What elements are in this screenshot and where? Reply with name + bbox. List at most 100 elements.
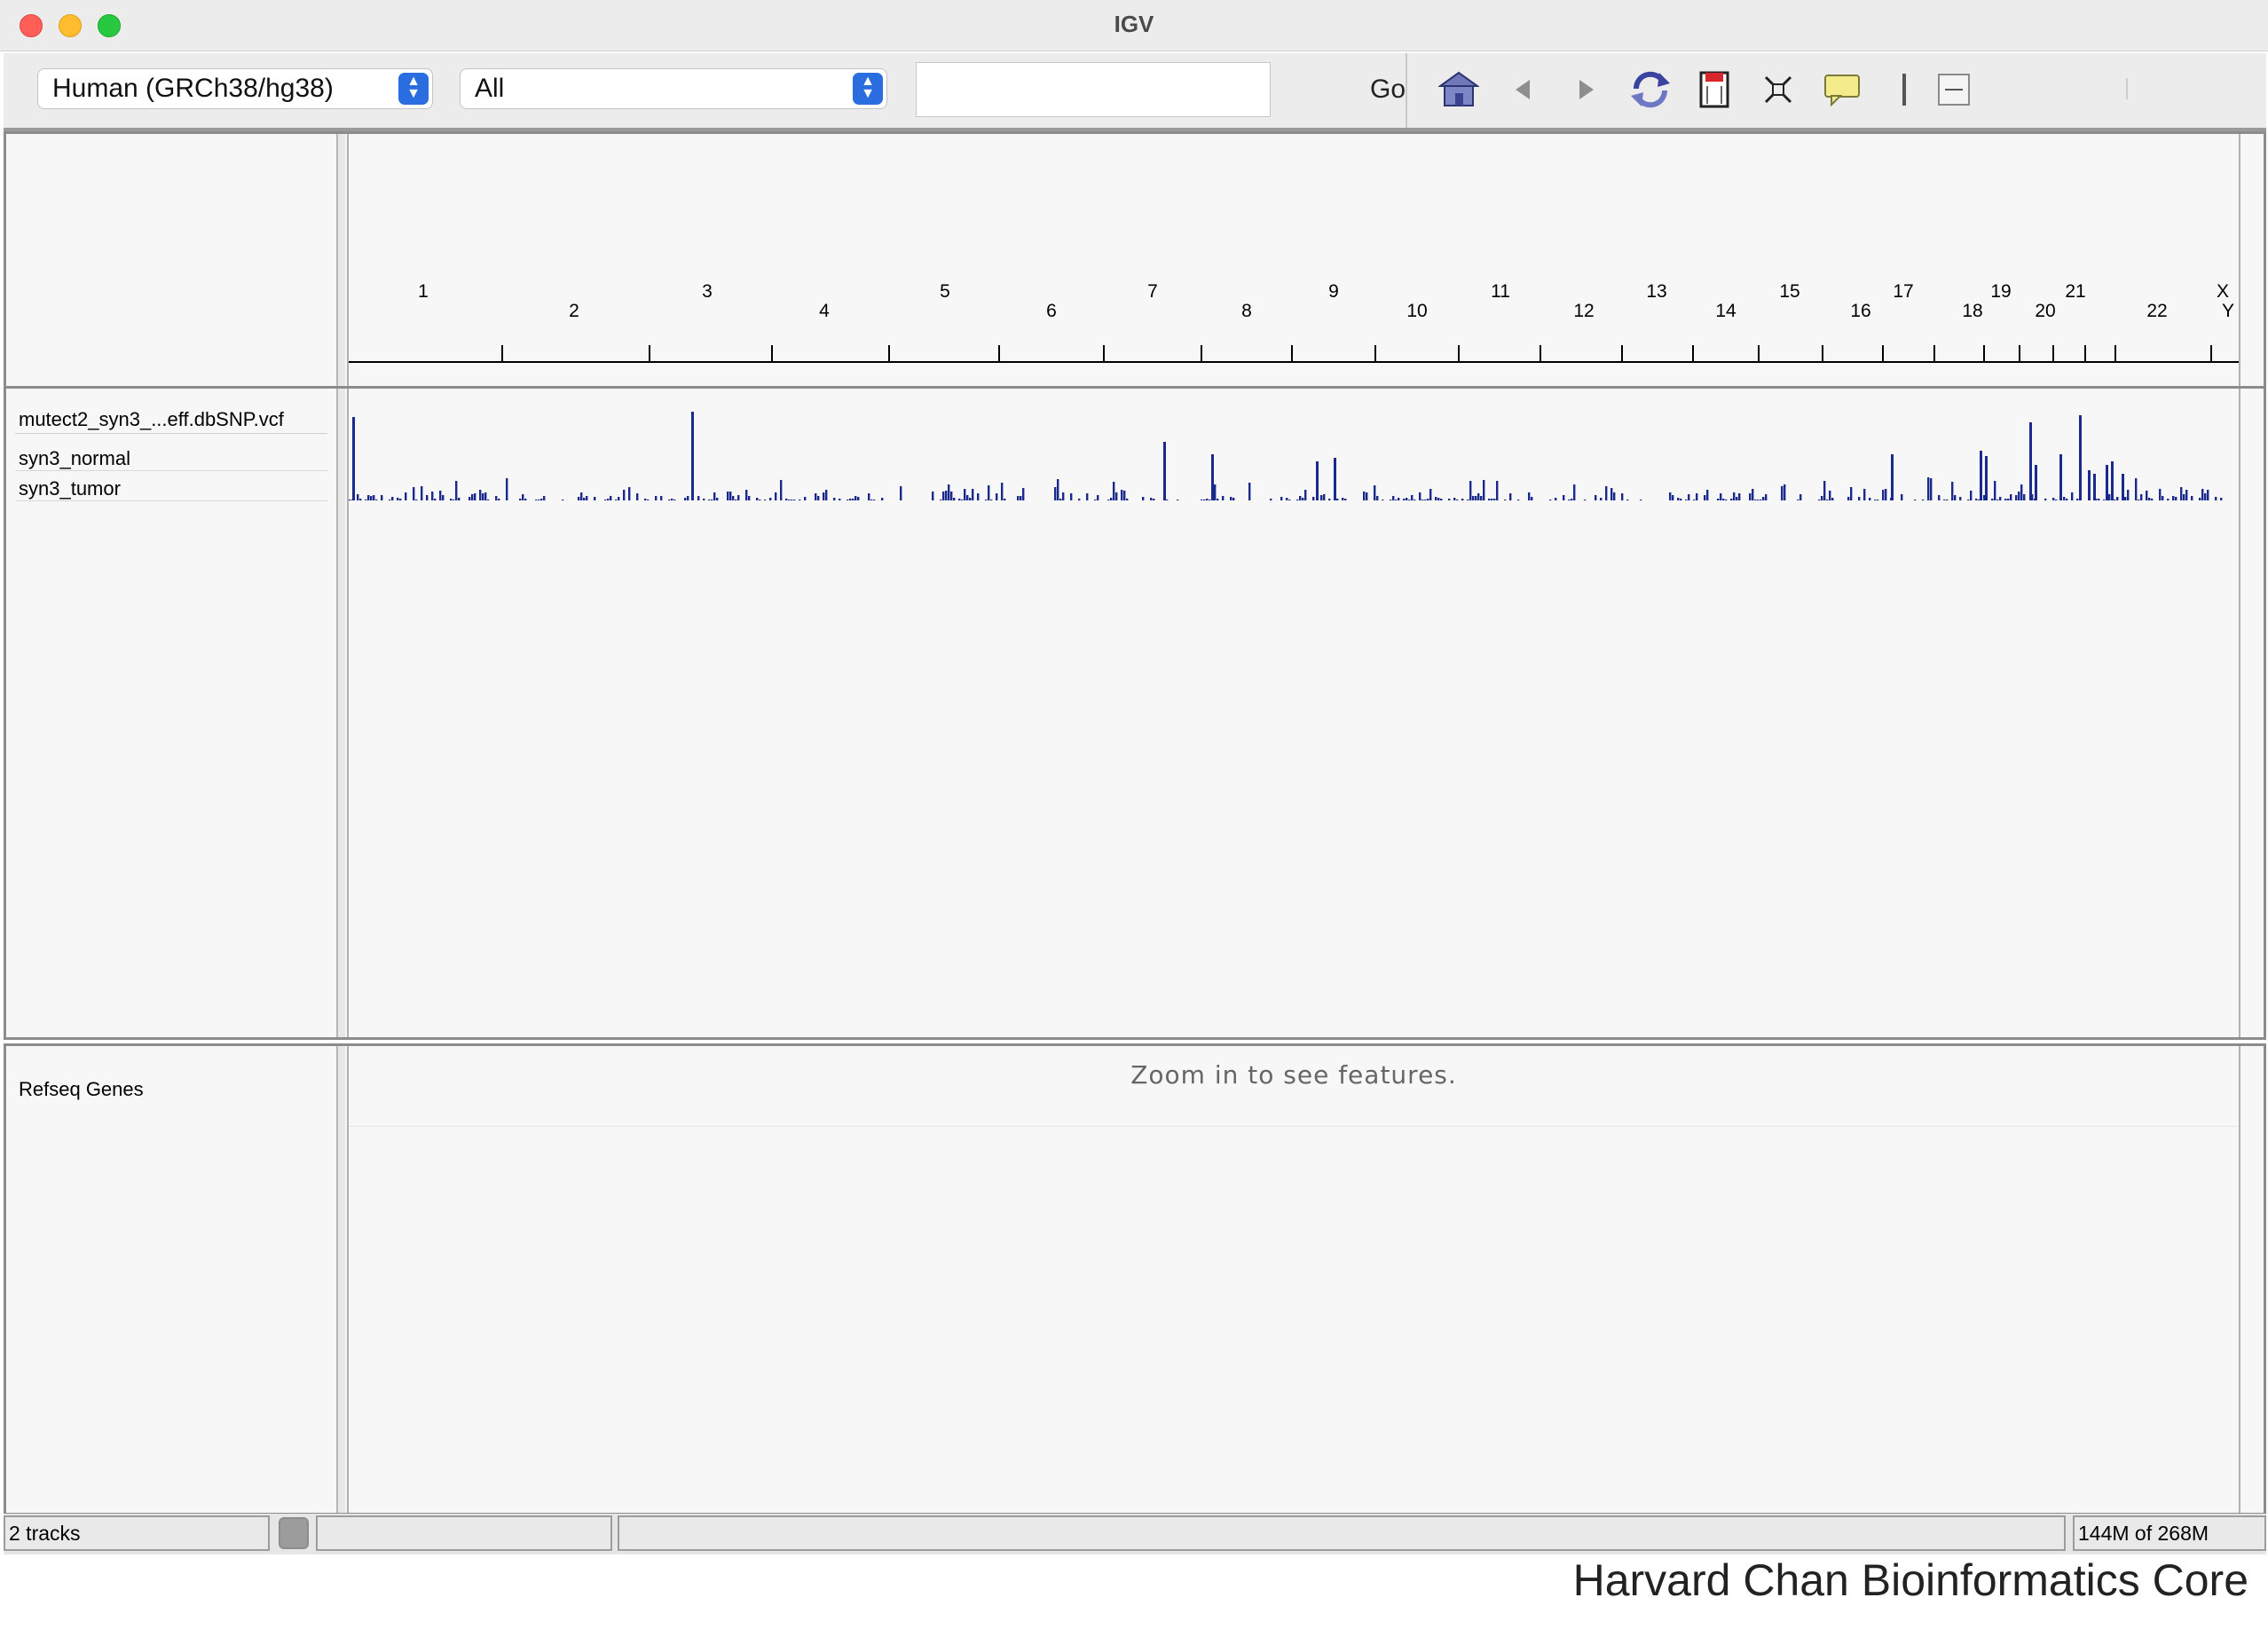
ruler-tick	[2210, 345, 2212, 361]
variant-track-area[interactable]	[347, 389, 2240, 1037]
chromosome-label-2[interactable]: 2	[569, 301, 579, 322]
refseq-track-name[interactable]: Refseq Genes	[19, 1078, 144, 1101]
chromosome-label-11[interactable]: 11	[1491, 281, 1510, 303]
resize-handle-icon[interactable]	[1883, 67, 1925, 112]
variant-density-bar	[1680, 499, 1682, 500]
chromosome-label-12[interactable]: 12	[1573, 301, 1594, 322]
variant-density-bar	[450, 499, 453, 500]
sample-label-tumor[interactable]: syn3_tumor	[19, 477, 121, 500]
chromosome-label-6[interactable]: 6	[1046, 301, 1057, 322]
variant-density-bar	[2106, 465, 2108, 500]
chromosome-label-5[interactable]: 5	[940, 281, 950, 303]
variant-density-bar	[2172, 496, 2175, 500]
collapse-icon[interactable]	[1933, 67, 1975, 112]
variant-density-bar	[849, 499, 852, 500]
variant-density-bar	[815, 493, 817, 500]
variant-density-bar	[1605, 486, 1608, 500]
variant-density-bar	[1374, 485, 1376, 500]
variant-density-bar	[2146, 491, 2148, 500]
variant-density-bar	[1717, 499, 1720, 500]
panel-divider[interactable]	[338, 134, 345, 386]
variant-density-bar	[1847, 497, 1850, 500]
ruler-tick	[2052, 345, 2054, 361]
variant-density-bar	[1488, 499, 1491, 500]
variant-density-bar	[932, 492, 934, 500]
variant-density-bar	[1985, 456, 1988, 500]
chromosome-label-16[interactable]: 16	[1850, 301, 1870, 322]
variant-density-bar	[780, 480, 783, 500]
chromosome-label-8[interactable]: 8	[1241, 301, 1252, 322]
chromosome-label-9[interactable]: 9	[1328, 281, 1339, 303]
chromosome-label-3[interactable]: 3	[702, 281, 713, 303]
variant-density-bar	[1571, 499, 1573, 500]
chromosome-label-1[interactable]: 1	[418, 281, 429, 303]
toolbar-divider	[2126, 78, 2128, 99]
chromosome-label-17[interactable]: 17	[1893, 281, 1913, 303]
chromosome-label-X[interactable]: X	[2217, 281, 2229, 303]
stop-icon[interactable]	[279, 1517, 309, 1549]
variant-density-bar	[1472, 496, 1475, 500]
variant-density-bar	[1001, 483, 1004, 500]
variant-density-bar	[1302, 498, 1304, 500]
feature-name-panel: Refseq Genes	[6, 1046, 338, 1513]
popup-info-icon[interactable]	[1821, 67, 1863, 112]
chromosome-label-19[interactable]: 19	[1990, 281, 2011, 303]
ruler-tick	[1103, 345, 1105, 361]
variant-density-bar	[2201, 489, 2204, 500]
variant-density-bar	[2108, 494, 2111, 500]
variant-density-bar	[1115, 492, 1118, 500]
variant-density-bar	[1863, 489, 1866, 500]
variant-density-bar	[948, 484, 950, 500]
chromosome-label-18[interactable]: 18	[1962, 301, 1982, 322]
variant-density-bar	[623, 490, 626, 500]
home-icon[interactable]	[1437, 67, 1480, 112]
separator	[15, 433, 327, 434]
back-icon[interactable]	[1501, 67, 1544, 112]
chromosome-label-13[interactable]: 13	[1646, 281, 1666, 303]
locus-search-input[interactable]	[916, 62, 1271, 117]
chromosome-label-21[interactable]: 21	[2065, 281, 2085, 303]
roi-icon[interactable]	[1693, 67, 1736, 112]
fit-to-window-icon[interactable]	[1757, 67, 1799, 112]
sample-label-normal[interactable]: syn3_normal	[19, 447, 130, 470]
ruler-axis-line	[349, 361, 2239, 363]
variant-density-bar	[1280, 497, 1283, 500]
chromosome-label-4[interactable]: 4	[819, 301, 830, 322]
ruler-tick	[2019, 345, 2020, 361]
ruler-tick	[998, 345, 1000, 361]
panel-divider[interactable]	[338, 389, 345, 1037]
chromosome-select[interactable]: All ▲ ▼	[460, 68, 887, 109]
variant-density-bar	[727, 492, 729, 500]
chromosome-label-14[interactable]: 14	[1715, 301, 1736, 322]
chromosome-label-10[interactable]: 10	[1406, 301, 1427, 322]
variant-density-bar	[2035, 465, 2037, 500]
go-button[interactable]: Go	[1370, 75, 1406, 105]
variant-density-bar	[852, 499, 854, 500]
feature-track-area[interactable]: Zoom in to see features.	[347, 1046, 2240, 1513]
variant-density-bar	[660, 496, 663, 500]
panel-divider[interactable]	[338, 1046, 345, 1513]
ruler-tick	[2084, 345, 2086, 361]
variant-density-bar	[540, 499, 543, 500]
variant-density-bar	[455, 481, 458, 500]
chromosome-label-Y[interactable]: Y	[2222, 301, 2234, 322]
variant-density-bar	[2015, 495, 2018, 500]
variant-density-bar	[942, 492, 945, 500]
chromosome-label-22[interactable]: 22	[2146, 301, 2167, 322]
genome-select[interactable]: Human (GRCh38/hg38) ▲ ▼	[37, 68, 433, 109]
variant-density-bar	[966, 495, 969, 500]
chromosome-label-15[interactable]: 15	[1779, 281, 1799, 303]
variant-density-bar	[2023, 494, 2026, 500]
vcf-track-name[interactable]: mutect2_syn3_...eff.dbSNP.vcf	[19, 408, 284, 431]
variant-density-bar	[506, 478, 508, 500]
variant-density-bar	[2191, 496, 2193, 500]
chromosome-label-20[interactable]: 20	[2035, 301, 2055, 322]
forward-icon[interactable]	[1565, 67, 1608, 112]
variant-density-bar	[756, 498, 759, 500]
variant-density-bar	[628, 487, 631, 500]
chromosome-label-7[interactable]: 7	[1147, 281, 1158, 303]
chromosome-ruler[interactable]: 1 2 3 4 5 6 7 8 9 10 11 12 13 14 15 16 17 18 19 20 21 22 X Y	[347, 134, 2240, 386]
variant-density-bar	[953, 498, 956, 500]
refresh-icon[interactable]	[1629, 67, 1672, 112]
status-message	[316, 1515, 612, 1551]
